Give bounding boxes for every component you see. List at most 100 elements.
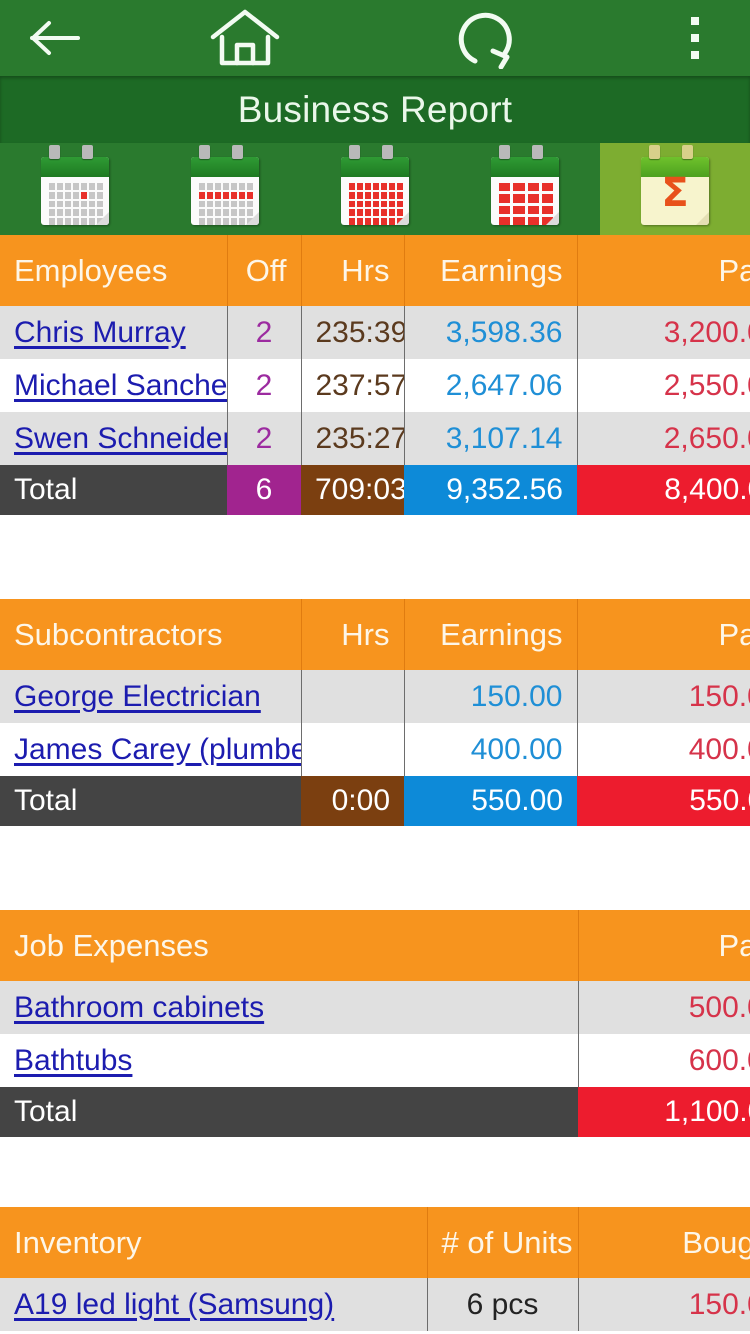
table-header-row: Employees Off Hrs Earnings Paid [0, 235, 750, 306]
column-header-paid: Paid [578, 910, 750, 981]
table-row[interactable]: James Carey (plumber) 400.00 400.00 [0, 723, 750, 776]
job-expense-paid-cell: 600.00 [578, 1034, 750, 1087]
employee-paid-cell: 2,550.00 [577, 359, 750, 412]
day-view-tab[interactable] [0, 143, 150, 235]
table-row[interactable]: Chris Murray 2 235:39 3,598.36 3,200.00 [0, 306, 750, 359]
section-gap [0, 826, 750, 910]
employee-hrs-cell: 235:27 [301, 412, 405, 465]
calendar-month-icon [335, 145, 415, 229]
column-header-paid: Paid [577, 235, 750, 306]
employee-off-cell: 2 [227, 359, 302, 412]
employee-paid-cell: 3,200.00 [577, 306, 750, 359]
column-header-subcontractors: Subcontractors [0, 599, 302, 670]
column-header-employees: Employees [0, 235, 228, 306]
total-row: Total 6 709:03 9,352.56 8,400.00 [0, 465, 750, 515]
total-label: Total [0, 465, 227, 515]
sigma-glyph: Σ [661, 170, 689, 216]
employee-name-link[interactable]: Michael Sanchez [0, 359, 228, 412]
subcontractors-table: Subcontractors Hrs Earnings Paid George … [0, 599, 750, 826]
total-hrs: 709:03 [301, 465, 404, 515]
employee-hrs-cell: 235:39 [301, 306, 405, 359]
home-icon [210, 9, 280, 66]
overflow-menu-button[interactable] [640, 0, 750, 76]
inventory-units-cell: 6 pcs [427, 1278, 579, 1331]
column-header-off: Off [227, 235, 302, 306]
total-label: Total [0, 776, 301, 826]
subcontractor-paid-cell: 400.00 [577, 723, 750, 776]
column-header-inventory: Inventory [0, 1207, 428, 1278]
table-row[interactable]: Swen Schneider 2 235:27 3,107.14 2,650.0… [0, 412, 750, 465]
title-bar: Business Report [0, 76, 750, 143]
inventory-item-link[interactable]: A19 led light (Samsung) [0, 1278, 428, 1331]
calendar-year-icon [485, 145, 565, 229]
month-view-tab[interactable] [300, 143, 450, 235]
calendar-day-icon [35, 145, 115, 229]
job-expense-name-link[interactable]: Bathroom cabinets [0, 981, 579, 1034]
column-header-earnings: Earnings [404, 599, 578, 670]
refresh-button[interactable] [415, 0, 565, 76]
table-header-row: Inventory # of Units Bought [0, 1207, 750, 1278]
total-row: Total 0:00 550.00 550.00 [0, 776, 750, 826]
period-tab-strip: Σ [0, 143, 750, 235]
total-earnings: 9,352.56 [404, 465, 577, 515]
inventory-bought-cell: 150.00 [578, 1278, 750, 1331]
employee-name-link[interactable]: Swen Schneider [0, 412, 228, 465]
column-header-bought: Bought [578, 1207, 750, 1278]
subcontractor-earnings-cell: 400.00 [404, 723, 578, 776]
table-row[interactable]: George Electrician 150.00 150.00 [0, 670, 750, 723]
summary-tab[interactable]: Σ [600, 143, 750, 235]
total-hrs: 0:00 [301, 776, 404, 826]
subcontractor-name-link[interactable]: James Carey (plumber) [0, 723, 302, 776]
week-view-tab[interactable] [150, 143, 300, 235]
table-row[interactable]: A19 led light (Samsung) 6 pcs 150.00 [0, 1278, 750, 1331]
job-expenses-section: Job Expenses Paid Bathroom cabinets 500.… [0, 910, 750, 1137]
column-header-hrs: Hrs [301, 235, 405, 306]
page-title: Business Report [237, 88, 513, 130]
total-earnings: 550.00 [404, 776, 577, 826]
table-header-row: Subcontractors Hrs Earnings Paid [0, 599, 750, 670]
job-expense-paid-cell: 500.00 [578, 981, 750, 1034]
home-button[interactable] [170, 0, 320, 76]
back-button[interactable] [0, 0, 110, 76]
refresh-icon [458, 12, 512, 69]
table-row[interactable]: Bathroom cabinets 500.00 [0, 981, 750, 1034]
employee-hrs-cell: 237:57 [301, 359, 405, 412]
inventory-table: Inventory # of Units Bought A19 led ligh… [0, 1207, 750, 1331]
table-row[interactable]: Michael Sanchez 2 237:57 2,647.06 2,550.… [0, 359, 750, 412]
calendar-sum-icon: Σ [635, 145, 715, 229]
job-expense-name-link[interactable]: Bathtubs [0, 1034, 579, 1087]
total-paid: 1,100.00 [578, 1087, 750, 1137]
employee-paid-cell: 2,650.00 [577, 412, 750, 465]
calendar-week-icon [185, 145, 265, 229]
back-arrow-icon [30, 21, 80, 55]
total-row: Total 1,100.00 [0, 1087, 750, 1137]
table-header-row: Job Expenses Paid [0, 910, 750, 981]
employee-off-cell: 2 [227, 306, 302, 359]
employee-earnings-cell: 2,647.06 [404, 359, 578, 412]
job-expenses-table: Job Expenses Paid Bathroom cabinets 500.… [0, 910, 750, 1137]
column-header-paid: Paid [577, 599, 750, 670]
inventory-section: Inventory # of Units Bought A19 led ligh… [0, 1207, 750, 1331]
section-gap [0, 1137, 750, 1207]
column-header-units: # of Units [427, 1207, 579, 1278]
employees-section: Employees Off Hrs Earnings Paid Chris Mu… [0, 235, 750, 515]
more-vertical-icon [691, 17, 699, 59]
table-row[interactable]: Bathtubs 600.00 [0, 1034, 750, 1087]
column-header-earnings: Earnings [404, 235, 578, 306]
employee-off-cell: 2 [227, 412, 302, 465]
column-header-hrs: Hrs [301, 599, 405, 670]
subcontractor-hrs-cell [301, 723, 405, 776]
employee-name-link[interactable]: Chris Murray [0, 306, 228, 359]
employees-table: Employees Off Hrs Earnings Paid Chris Mu… [0, 235, 750, 515]
subcontractor-hrs-cell [301, 670, 405, 723]
total-label: Total [0, 1087, 578, 1137]
subcontractor-name-link[interactable]: George Electrician [0, 670, 302, 723]
subcontractor-earnings-cell: 150.00 [404, 670, 578, 723]
subcontractors-section: Subcontractors Hrs Earnings Paid George … [0, 599, 750, 826]
section-gap [0, 515, 750, 599]
employee-earnings-cell: 3,107.14 [404, 412, 578, 465]
action-bar [0, 0, 750, 76]
total-off: 6 [227, 465, 301, 515]
year-view-tab[interactable] [450, 143, 600, 235]
column-header-job-expenses: Job Expenses [0, 910, 579, 981]
